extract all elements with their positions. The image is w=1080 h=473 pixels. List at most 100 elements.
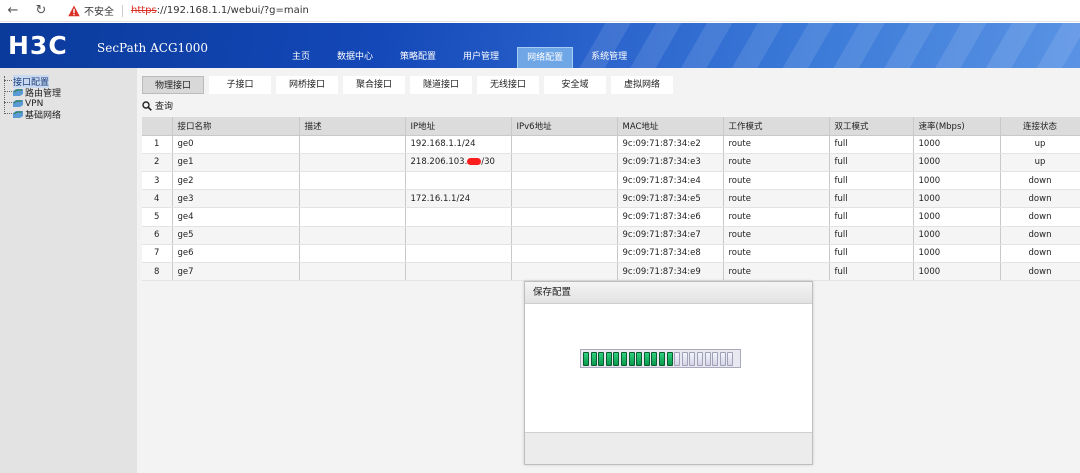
progress-segment-empty [704,352,711,366]
table-row[interactable]: 7 ge6 9c:09:71:87:34:e8 route full 1000 down [142,244,1080,264]
table-row[interactable]: 6 ge5 9c:09:71:87:34:e7 route full 1000 down [142,226,1080,245]
warning-icon[interactable] [68,5,80,17]
tree-branch [4,98,12,103]
tab-0[interactable]: 主页 [283,47,319,68]
column-header[interactable]: 连接状态 [1000,117,1080,136]
table-cell: full [829,244,914,264]
back-arrow-icon[interactable]: ← [6,3,20,18]
tab-5[interactable]: 系统管理 [582,47,636,68]
table-cell: 4 [142,189,173,209]
table-cell: 3 [142,171,173,191]
table-cell: full [829,226,914,245]
header-decoration [580,23,1080,68]
table-cell: 1000 [913,135,1001,154]
table-row[interactable]: 4 ge3 172.16.1.1/24 9c:09:71:87:34:e5 route f… [142,189,1080,209]
h3c-logo: H3C [8,31,68,60]
table-cell [405,244,512,264]
sidebar-item-label: 路由管理 [25,89,62,99]
url-scheme: https [131,5,157,16]
insecure-label[interactable]: 不安全 [84,3,114,18]
progress-segment-filled [583,352,589,366]
subtab-7[interactable]: 虚拟网络 [611,76,673,94]
progress-segment-filled [643,352,650,366]
column-header[interactable]: 接口名称 [172,117,300,136]
table-cell [299,226,406,245]
table-cell: down [1000,262,1080,282]
query-label: 查询 [155,102,174,112]
table-cell: 1000 [913,171,1001,191]
table-row[interactable]: 2 ge1 218.206.103. /30 9c:09:71:87:34:e3 rout… [142,153,1080,173]
column-header[interactable] [142,117,173,136]
url-field[interactable]: https://192.168.1.1/webui/?g=main [131,5,309,16]
url-rest: ://192.168.1.1/webui/?g=main [156,5,309,16]
table-row[interactable]: 3 ge2 9c:09:71:87:34:e4 route full 1000 down [142,171,1080,191]
table-cell: 2 [142,153,173,173]
table-cell: down [1000,244,1080,264]
table-row[interactable]: 1 ge0 192.168.1.1/24 9c:09:71:87:34:e2 route… [142,135,1080,154]
ip-suffix: /30 [481,157,495,168]
table-cell: down [1000,226,1080,245]
tab-2[interactable]: 策略配置 [391,47,445,68]
column-header[interactable]: 速率(Mbps) [913,117,1001,136]
table-cell [511,135,618,154]
save-progress-bar [580,349,741,368]
table-cell: 9c:09:71:87:34:e9 [617,262,724,282]
table-cell [299,171,406,191]
table-row[interactable]: 5 ge4 9c:09:71:87:34:e6 route full 1000 down [142,207,1080,227]
query-button[interactable]: 查询 [142,99,173,112]
column-header[interactable]: MAC地址 [617,117,724,136]
table-cell: 9c:09:71:87:34:e2 [617,135,724,154]
table-cell: ge1 [172,153,300,173]
search-icon [142,100,152,111]
table-cell [511,171,618,191]
sidebar-item-1[interactable]: 路由管理 [4,87,62,99]
table-cell: 172.16.1.1/24 [405,189,512,209]
sidebar-item-3[interactable]: 基础网络 [4,109,61,121]
top-navigation: 主页 数据中心 策略配置 用户管理 网络配置 系统管理 [283,47,645,68]
table-cell: 218.206.103. /30 [405,153,512,173]
subtab-3[interactable]: 聚合接口 [343,76,405,94]
dialog-body [525,304,812,432]
column-header[interactable]: 工作模式 [723,117,830,136]
table-row[interactable]: 8 ge7 9c:09:71:87:34:e9 route full 1000 down [142,262,1080,282]
refresh-icon[interactable]: ↻ [34,3,48,18]
tree-branch [4,109,12,114]
table-cell: route [723,135,830,154]
table-cell: full [829,135,914,154]
tab-1[interactable]: 数据中心 [328,47,382,68]
subtab-0[interactable]: 物理接口 [142,76,204,94]
table-cell: route [723,189,830,209]
table-cell: up [1000,153,1080,173]
tab-3[interactable]: 用户管理 [454,47,508,68]
subtab-1[interactable]: 子接口 [209,76,271,94]
table-cell: full [829,189,914,209]
progress-segment-filled [658,352,665,366]
tab-4[interactable]: 网络配置 [517,47,574,68]
table-cell [299,135,406,154]
progress-segment-empty [674,352,681,366]
table-cell [511,207,618,227]
dialog-title[interactable]: 保存配置 [525,282,812,304]
subtab-2[interactable]: 网桥接口 [276,76,338,94]
table-cell: ge4 [172,207,300,227]
subtab-5[interactable]: 无线接口 [477,76,539,94]
table-cell [511,244,618,264]
column-header[interactable]: 描述 [299,117,406,136]
subtab-4[interactable]: 隧道接口 [410,76,472,94]
column-header[interactable]: IP地址 [405,117,512,136]
progress-segment-filled [613,352,620,366]
table-cell [511,226,618,245]
sidebar-item-label: VPN [25,98,44,109]
interface-tabs: 物理接口 子接口 网桥接口 聚合接口 隧道接口 无线接口 安全域 虚拟网络 [142,76,678,94]
progress-segment-filled [598,352,605,366]
dialog-footer [525,432,812,464]
subtab-6[interactable]: 安全域 [544,76,606,94]
table-cell: 1000 [913,207,1001,227]
table-cell: up [1000,135,1080,154]
table-cell: 192.168.1.1/24 [405,135,512,154]
progress-segment-filled [605,352,612,366]
table-cell: route [723,153,830,173]
column-header[interactable]: IPv6地址 [511,117,618,136]
progress-segment-empty [696,352,703,366]
column-header[interactable]: 双工模式 [829,117,914,136]
